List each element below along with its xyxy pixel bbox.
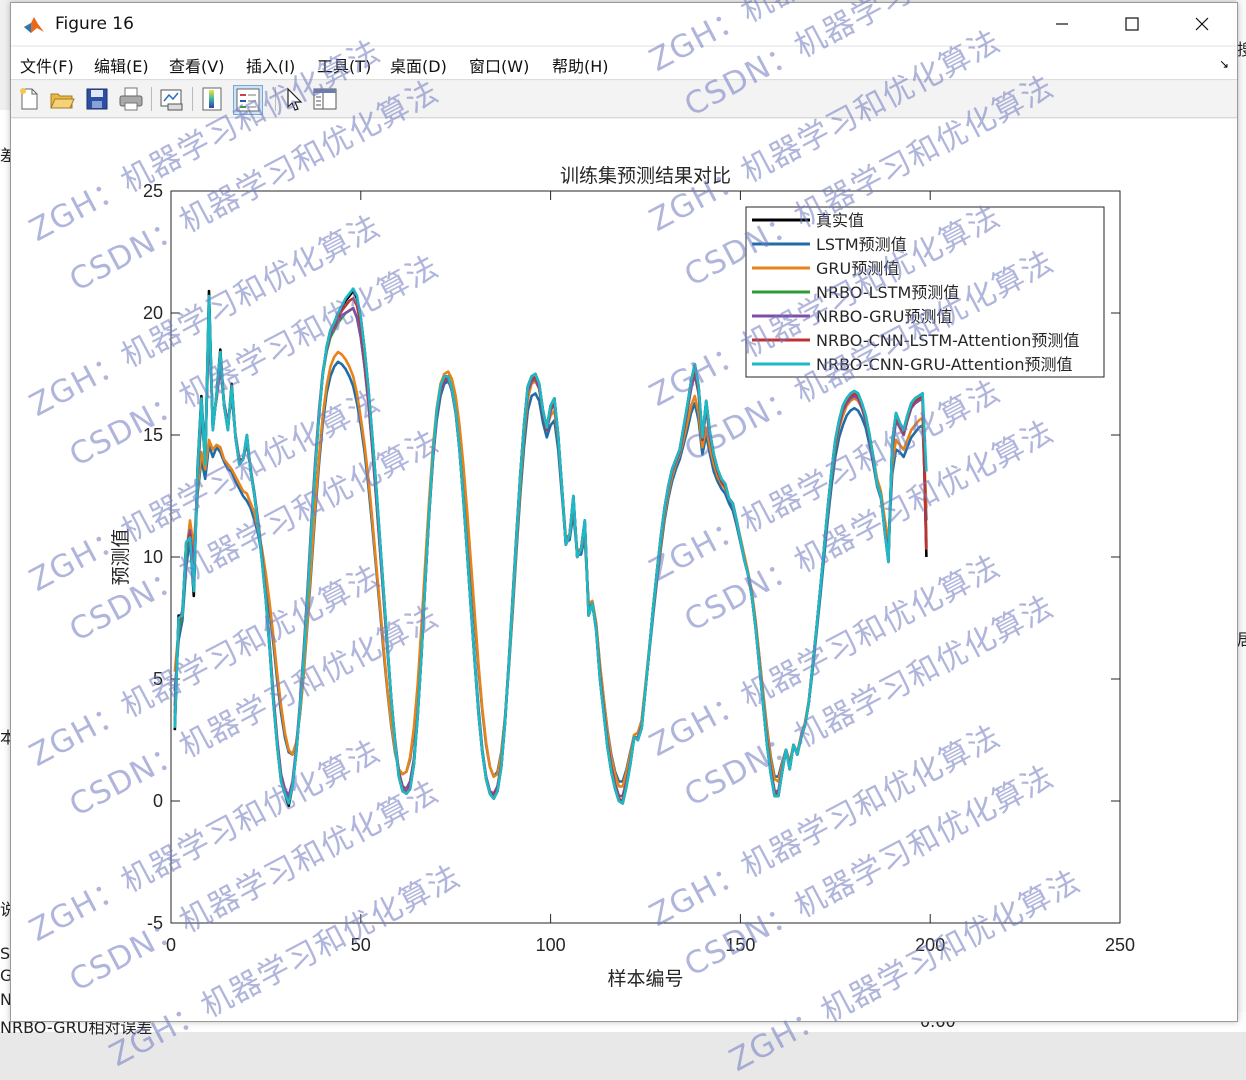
x-tick-label: 150 [725,935,755,955]
figure-canvas[interactable]: 0 50 100 150 200 250 -5 0 5 10 15 20 25 训练集预测结果对比 样本… [11,119,1237,1021]
y-tick-label: 25 [143,181,163,201]
close-button[interactable] [1167,3,1237,45]
maximize-icon [1125,17,1139,31]
insert-legend-icon[interactable] [233,85,263,115]
x-tick-label: 0 [166,935,176,955]
x-tick-label: 250 [1105,935,1135,955]
maximize-button[interactable] [1097,3,1167,45]
menu-insert[interactable]: 插入(I) [246,53,295,77]
toolbar-separator [275,87,276,111]
x-tick-label: 50 [351,935,371,955]
insert-colorbar-icon[interactable] [199,85,227,113]
chart-title: 训练集预测结果对比 [560,165,731,187]
y-tick-label: 10 [143,547,163,567]
title-bar[interactable]: Figure 16 [11,3,1237,45]
toolbar-separator [192,87,193,111]
minimize-icon [1056,23,1068,25]
menu-bar: 文件(F) 编辑(E) 查看(V) 插入(I) 工具(T) 桌面(D) 窗口(W… [11,47,1237,80]
legend-label: NRBO-CNN-LSTM-Attention预测值 [816,331,1079,350]
y-tick-label: -5 [147,913,163,933]
x-axis-label: 样本编号 [607,968,683,990]
figure-svg: 0 50 100 150 200 250-50510152025 训练集预测结果对比 样本… [110,165,1135,990]
save-icon[interactable] [83,85,111,113]
link-plot-icon[interactable] [158,85,186,113]
open-file-icon[interactable] [48,85,76,113]
menu-view[interactable]: 查看(V) [169,53,224,77]
menu-window[interactable]: 窗口(W) [469,53,529,77]
legend-label: GRU预测值 [816,259,899,278]
y-tick-label: 0 [153,791,163,811]
toolbar [11,81,1237,118]
toolbar-separator [151,87,152,111]
y-tick-label: 5 [153,669,163,689]
menu-expand-arrow-icon[interactable]: ↘ [1219,57,1229,71]
background-text: 搜 [1237,40,1246,59]
close-icon [1195,17,1209,31]
menu-help[interactable]: 帮助(H) [552,53,609,77]
property-inspector-icon[interactable] [311,85,339,113]
y-axis-label: 预测值 [110,528,132,585]
legend-label: 真实值 [816,211,864,230]
menu-edit[interactable]: 编辑(E) [94,53,149,77]
print-icon[interactable] [117,85,145,113]
menu-file[interactable]: 文件(F) [20,53,74,77]
legend-label: LSTM预测值 [816,235,907,254]
window-title: Figure 16 [55,14,134,34]
y-tick-label: 15 [143,425,163,445]
menu-desktop[interactable]: 桌面(D) [390,53,447,77]
pointer-icon[interactable] [280,85,308,113]
figure-window: Figure 16 文件(F) 编辑(E) 查看(V) 插入(I) 工具(T) … [10,2,1238,1022]
legend-label: NRBO-CNN-GRU-Attention预测值 [816,355,1073,374]
legend-label: NRBO-LSTM预测值 [816,283,959,302]
background-text: 居 [1237,630,1246,649]
matlab-logo-icon [24,17,44,33]
x-tick-label: 100 [536,935,566,955]
y-tick-label: 20 [143,303,163,323]
new-figure-icon[interactable] [15,85,43,113]
legend-label: NRBO-GRU预测值 [816,307,952,326]
x-tick-label: 200 [915,935,945,955]
legend[interactable]: 真实值 LSTM预测值 GRU预测值 NRBO-LSTM预测值 NRBO-GRU预测值 N… [745,206,1105,378]
background-text: S [0,944,11,963]
menu-tools[interactable]: 工具(T) [317,53,371,77]
minimize-button[interactable] [1027,3,1097,45]
